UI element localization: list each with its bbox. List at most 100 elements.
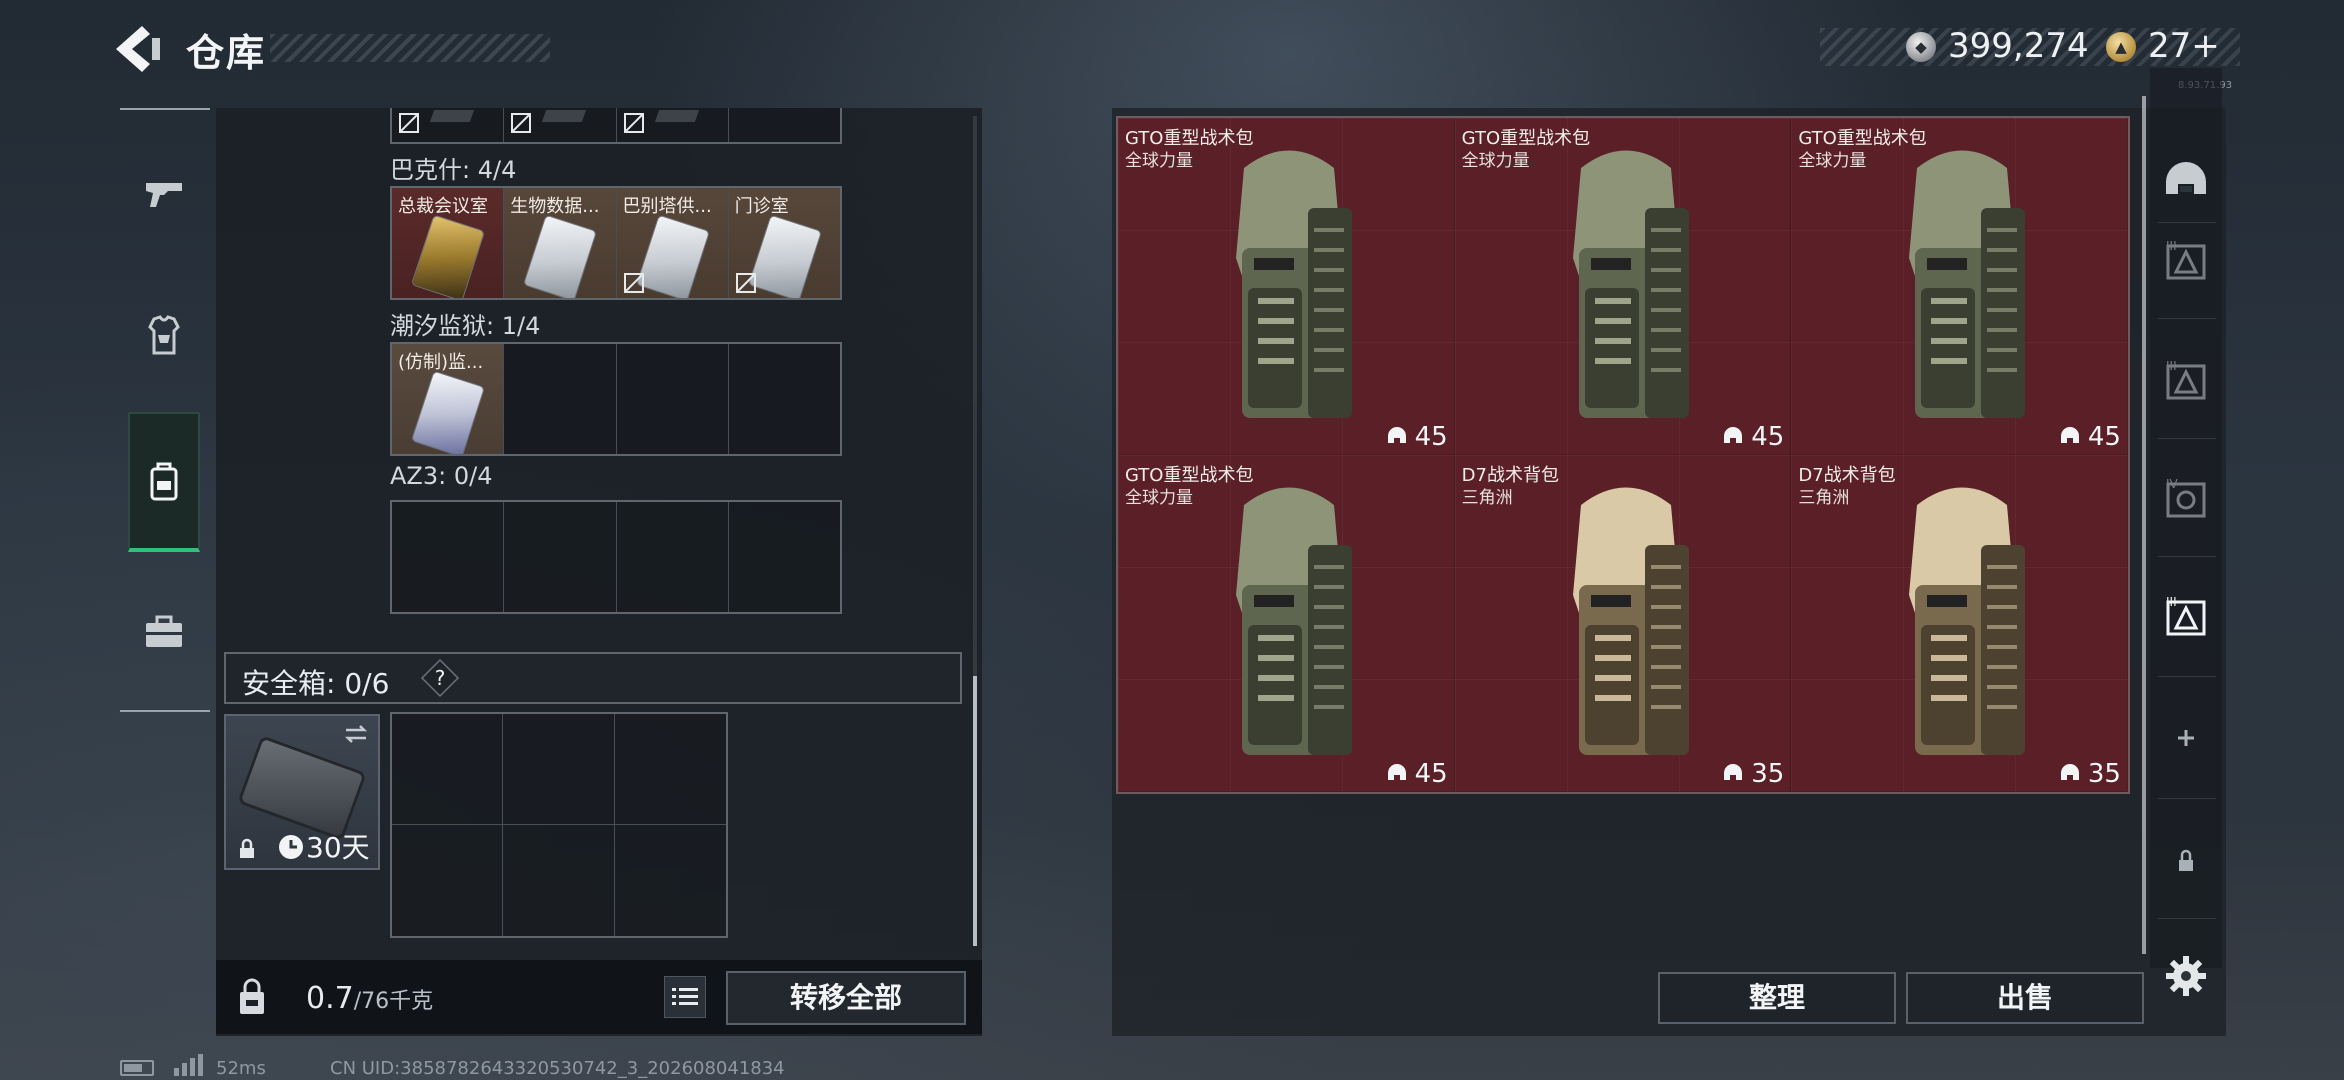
key-slot[interactable] — [504, 108, 617, 142]
page-title: 仓库 — [186, 31, 267, 75]
backpack-art — [1236, 150, 1352, 418]
keycard-art — [636, 215, 709, 298]
helmet-capacity-icon — [1387, 427, 1406, 443]
lock-icon — [240, 838, 254, 858]
tab-helmet-slot[interactable] — [2156, 150, 2216, 210]
item-capacity: 45 — [1751, 422, 1785, 452]
key-slot[interactable] — [392, 108, 505, 142]
tab-weapons[interactable] — [128, 148, 200, 238]
safe-slot[interactable] — [503, 825, 615, 936]
item-capacity: 45 — [1414, 422, 1448, 452]
settings-button[interactable] — [2156, 946, 2216, 1006]
item-capacity: 35 — [1751, 759, 1785, 789]
keycard-slot[interactable]: 巴别塔供... — [616, 188, 729, 298]
keycard-slot-empty[interactable] — [729, 502, 840, 612]
keycard-slot-empty[interactable] — [504, 344, 617, 454]
helmet-capacity-icon — [1724, 427, 1743, 443]
backpack-art — [1909, 487, 2026, 755]
backpack-art — [1572, 150, 1689, 418]
card-art-fragment — [429, 110, 475, 122]
item-brand: 全球力量 — [1125, 151, 1193, 171]
keycard-slot[interactable]: 生物数据... — [504, 188, 617, 298]
keycard-slot-empty[interactable] — [504, 502, 617, 612]
gold-currency-amount[interactable]: 27+ — [2148, 26, 2220, 66]
keycard-name: 生物数据... — [510, 196, 600, 217]
helmet-icon — [2166, 162, 2206, 194]
keycard-slot-empty[interactable] — [617, 502, 729, 612]
safe-slot[interactable] — [503, 714, 615, 825]
back-arrow-icon[interactable] — [112, 24, 164, 74]
keycard-art — [524, 215, 597, 298]
storage-item[interactable]: D7战术背包 三角洲 35 — [1791, 455, 2128, 792]
gear-icon — [2166, 956, 2206, 996]
tab-armor-slot-3-active[interactable]: III — [2156, 588, 2216, 648]
no-link-icon — [623, 113, 644, 133]
sidebar-divider — [120, 710, 210, 712]
tab-locked-slot[interactable] — [2156, 830, 2216, 890]
keycard-slot-empty[interactable] — [392, 502, 505, 612]
key-group-label: 潮汐监狱: 1/4 — [390, 312, 541, 340]
tab-add-slot[interactable] — [2156, 708, 2216, 768]
safe-slot[interactable] — [614, 714, 726, 825]
safe-slot[interactable] — [615, 825, 726, 936]
help-icon[interactable]: ? — [420, 658, 460, 698]
lock-icon — [2179, 849, 2193, 871]
armor-tier-3-icon: III — [2166, 595, 2206, 636]
safe-slot[interactable] — [392, 714, 504, 825]
sell-button[interactable]: 出售 — [1906, 972, 2144, 1024]
armor-tier-3-icon: III — [2166, 359, 2206, 400]
sidebar-divider — [2158, 798, 2216, 799]
storage-item[interactable]: GTO重型战术包 全球力量 45 — [1454, 118, 1792, 455]
backpack-icon — [150, 462, 178, 501]
keycard-slot-empty[interactable] — [729, 344, 840, 454]
tab-gear[interactable] — [128, 290, 200, 380]
keycard-slot[interactable]: (仿制)监... — [392, 344, 505, 454]
keycard-art — [748, 215, 821, 298]
tab-armor-slot-3a[interactable]: III — [2156, 232, 2216, 292]
helmet-capacity-icon — [2060, 427, 2079, 443]
swap-icon[interactable] — [342, 722, 370, 746]
tab-backpack[interactable] — [128, 412, 200, 552]
keycard-name: 巴别塔供... — [622, 196, 712, 217]
keycard-slot-empty[interactable] — [617, 344, 729, 454]
ping-readout: 52ms — [216, 1058, 266, 1079]
key-slot[interactable] — [617, 108, 729, 142]
safe-box-container[interactable]: 30天 — [224, 714, 380, 870]
backpack-art — [1236, 487, 1352, 755]
item-brand: 全球力量 — [1125, 488, 1193, 508]
sidebar-divider — [2158, 918, 2216, 919]
storage-item[interactable]: GTO重型战术包 全球力量 45 — [1791, 118, 2128, 455]
sidebar-divider — [2158, 222, 2216, 223]
sidebar-divider — [2158, 676, 2216, 677]
keycard-art — [412, 371, 484, 454]
previous-key-group-row — [390, 108, 842, 144]
sidebar-divider — [2158, 438, 2216, 439]
help-mark: ? — [435, 666, 446, 690]
svg-text:IV: IV — [2166, 477, 2179, 491]
key-group-row — [390, 500, 842, 614]
storage-item[interactable]: GTO重型战术包 全球力量 45 — [1118, 118, 1455, 455]
armor-tier-4-icon: IV — [2166, 477, 2206, 518]
safe-box-duration: 30天 — [306, 831, 370, 864]
helmet-capacity-icon — [1387, 764, 1406, 780]
key-panel-scroll-thumb[interactable] — [973, 676, 977, 946]
item-brand: 三角洲 — [1461, 488, 1513, 508]
tab-armor-slot-3b[interactable]: III — [2156, 352, 2216, 412]
clock-icon — [279, 835, 303, 859]
key-slot-empty[interactable] — [729, 108, 840, 142]
list-view-button[interactable] — [664, 976, 706, 1018]
transfer-all-button[interactable]: 转移全部 — [726, 971, 966, 1025]
safe-slot[interactable] — [392, 825, 504, 936]
armor-icon — [148, 315, 180, 355]
key-group-label: 巴克什: 4/4 — [390, 156, 517, 184]
tab-armor-slot-4[interactable]: IV — [2156, 470, 2216, 530]
storage-scrollbar[interactable] — [2142, 96, 2146, 954]
weight-readout: 0.7/76千克 — [306, 981, 433, 1016]
safe-box-label: 安全箱: 0/6 — [242, 667, 390, 700]
keycard-slot[interactable]: 门诊室 — [728, 188, 840, 298]
sort-button[interactable]: 整理 — [1658, 972, 1896, 1024]
storage-item[interactable]: D7战术背包 三角洲 35 — [1454, 455, 1792, 792]
keycard-slot[interactable]: 总裁会议室 — [392, 188, 505, 298]
storage-item[interactable]: GTO重型战术包 全球力量 45 — [1118, 455, 1455, 792]
tab-keys[interactable] — [128, 586, 200, 676]
